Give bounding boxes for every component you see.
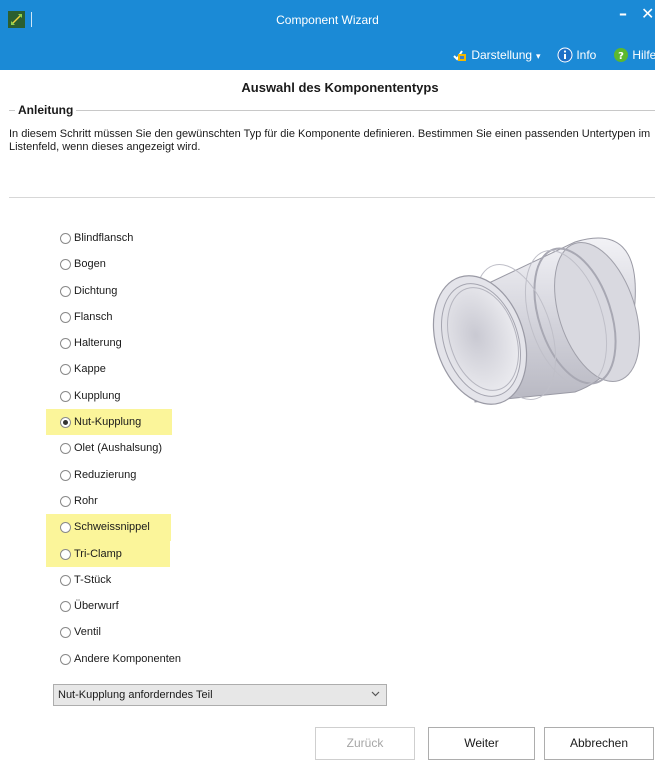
back-button[interactable]: Zurück bbox=[315, 727, 415, 760]
component-type-option[interactable]: Bogen bbox=[47, 251, 207, 277]
component-type-option[interactable]: Blindflansch bbox=[47, 225, 207, 251]
component-type-option[interactable]: Schweissnippel bbox=[46, 514, 171, 541]
chevron-down-icon bbox=[371, 691, 380, 697]
component-type-label: Andere Komponenten bbox=[74, 652, 182, 665]
component-type-option[interactable]: Tri-Clamp bbox=[46, 540, 170, 567]
component-type-label: Reduzierung bbox=[74, 468, 137, 481]
component-type-label: Dichtung bbox=[74, 284, 118, 297]
radio-unchecked-icon[interactable] bbox=[60, 311, 71, 323]
instructions-text: In diesem Schritt müssen Sie den gewünsc… bbox=[9, 128, 651, 153]
radio-unchecked-icon[interactable] bbox=[60, 338, 71, 350]
instructions-group: Anleitung In diesem Schritt müssen Sie d… bbox=[9, 103, 655, 198]
component-type-option[interactable]: T-Stück bbox=[47, 567, 207, 593]
subtype-dropdown[interactable]: Nut-Kupplung anforderndes Teil bbox=[53, 684, 387, 706]
title-bar: Component Wizard – ✕ bbox=[0, 0, 655, 40]
component-type-label: Nut-Kupplung bbox=[74, 416, 142, 429]
component-type-list: Blindflansch Bogen Dichtung Flansch Halterun… bbox=[46, 225, 207, 672]
component-type-label: Kappe bbox=[74, 363, 106, 376]
component-type-option[interactable]: Dichtung bbox=[47, 278, 207, 304]
close-icon[interactable]: ✕ bbox=[641, 4, 654, 23]
menu-bar: Darstellung ▾ Info ? Hilfe bbox=[0, 40, 655, 70]
help-menu-label: Hilfe bbox=[632, 48, 655, 62]
component-type-option[interactable]: Kupplung bbox=[47, 383, 207, 409]
radio-unchecked-icon[interactable] bbox=[60, 364, 71, 376]
component-type-label: Kupplung bbox=[74, 389, 121, 402]
radio-unchecked-icon[interactable] bbox=[60, 522, 71, 534]
component-type-option[interactable]: Andere Komponenten bbox=[47, 646, 207, 672]
component-type-label: Blindflansch bbox=[74, 232, 134, 244]
minimize-icon[interactable]: – bbox=[619, 4, 627, 23]
radio-unchecked-icon[interactable] bbox=[60, 285, 71, 297]
radio-dot bbox=[63, 420, 68, 426]
component-type-option[interactable]: Reduzierung bbox=[47, 462, 207, 488]
radio-unchecked-icon[interactable] bbox=[60, 601, 71, 613]
cancel-button[interactable]: Abbrechen bbox=[544, 727, 654, 760]
radio-unchecked-icon[interactable] bbox=[60, 548, 71, 560]
component-preview-image bbox=[432, 237, 640, 405]
component-type-label: Tri-Clamp bbox=[74, 547, 122, 560]
page-title: Auswahl des Komponententyps bbox=[241, 80, 439, 95]
view-menu-label: Darstellung bbox=[471, 48, 533, 62]
window-title: Component Wizard bbox=[276, 13, 379, 27]
subtype-dropdown-value: Nut-Kupplung anforderndes Teil bbox=[58, 689, 213, 701]
component-type-option[interactable]: Ventil bbox=[47, 619, 207, 645]
radio-unchecked-icon[interactable] bbox=[60, 469, 71, 481]
radio-unchecked-icon[interactable] bbox=[60, 574, 71, 586]
chevron-down-icon: ▾ bbox=[536, 51, 541, 61]
radio-unchecked-icon[interactable] bbox=[60, 259, 71, 271]
svg-text:?: ? bbox=[618, 51, 624, 62]
component-type-label: T-Stück bbox=[74, 573, 112, 586]
help-icon: ? bbox=[614, 48, 628, 62]
radio-unchecked-icon[interactable] bbox=[60, 443, 71, 455]
component-type-label: Bogen bbox=[74, 258, 106, 271]
radio-unchecked-icon[interactable] bbox=[60, 390, 71, 402]
radio-unchecked-icon[interactable] bbox=[60, 627, 71, 639]
component-type-label: Olet (Aushalsung) bbox=[74, 442, 163, 455]
component-type-label: Schweissnippel bbox=[74, 521, 150, 534]
component-type-label: Rohr bbox=[74, 494, 98, 507]
info-icon bbox=[557, 47, 573, 63]
component-type-label: Ventil bbox=[74, 626, 101, 639]
radio-checked-icon[interactable] bbox=[60, 417, 71, 429]
component-type-label: Flansch bbox=[74, 310, 113, 323]
component-type-option[interactable]: Olet (Aushalsung) bbox=[47, 435, 207, 461]
next-button[interactable]: Weiter bbox=[428, 727, 535, 760]
view-menu[interactable]: Darstellung ▾ bbox=[452, 40, 541, 70]
help-menu[interactable]: ? Hilfe bbox=[613, 40, 655, 70]
component-type-label: Überwurf bbox=[74, 600, 119, 613]
radio-unchecked-icon[interactable] bbox=[60, 653, 71, 665]
radio-unchecked-icon[interactable] bbox=[60, 233, 71, 244]
view-icon bbox=[453, 50, 466, 61]
component-type-option[interactable]: Nut-Kupplung bbox=[46, 409, 172, 436]
component-type-label: Halterung bbox=[74, 337, 122, 350]
component-type-option[interactable]: Kappe bbox=[47, 356, 207, 382]
instructions-legend: Anleitung bbox=[15, 103, 77, 117]
component-type-option[interactable]: Überwurf bbox=[47, 593, 207, 619]
info-menu-label: Info bbox=[576, 48, 597, 62]
info-menu[interactable]: Info bbox=[557, 40, 596, 70]
component-type-option[interactable]: Flansch bbox=[47, 304, 207, 330]
component-type-option[interactable]: Rohr bbox=[47, 488, 207, 514]
radio-unchecked-icon[interactable] bbox=[60, 495, 71, 507]
component-type-option[interactable]: Halterung bbox=[47, 330, 207, 356]
